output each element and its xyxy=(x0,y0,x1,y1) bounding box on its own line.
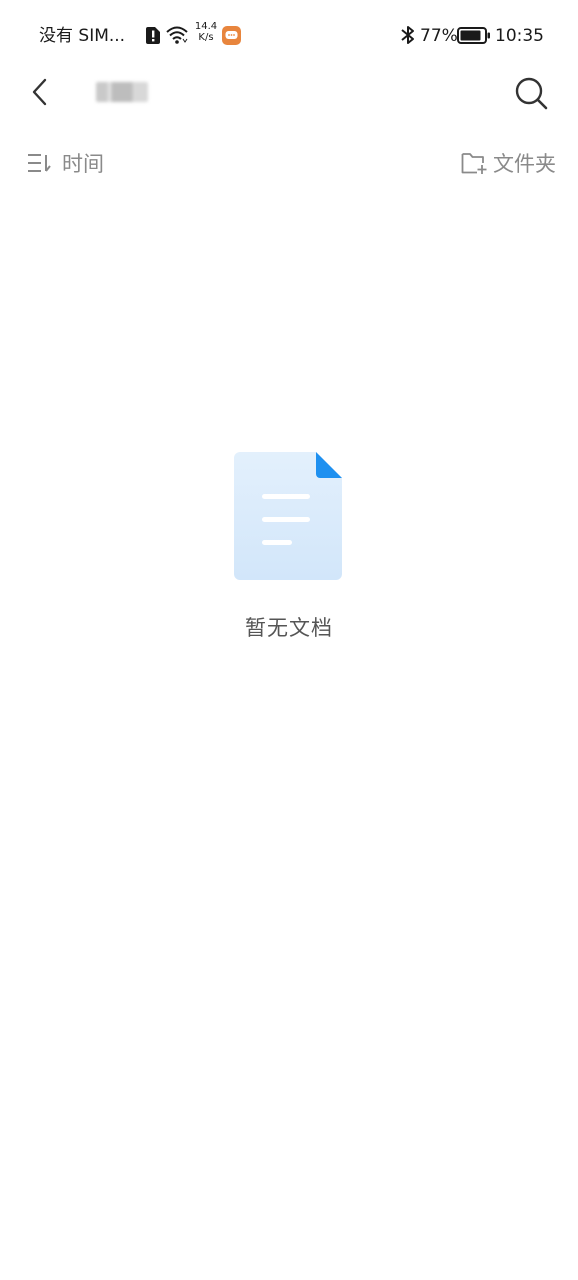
battery-percent: 77% xyxy=(420,26,458,46)
folder-add-icon xyxy=(461,153,487,174)
file-browser-screen: 没有 SIM... 14.4 K/s 77% 10:35 时间 文件夹 暂无文档 xyxy=(0,0,578,1280)
sim-alert-icon xyxy=(146,27,160,44)
folder-title xyxy=(96,82,148,102)
chevron-left-icon xyxy=(32,78,47,106)
new-folder-button[interactable]: 文件夹 xyxy=(461,146,556,180)
empty-message: 暂无文档 xyxy=(245,616,333,640)
carrier-label: 没有 SIM... xyxy=(39,26,126,46)
new-folder-label: 文件夹 xyxy=(493,152,556,176)
search-button[interactable] xyxy=(512,74,550,112)
sort-icon xyxy=(28,154,51,172)
bluetooth-icon xyxy=(401,26,414,44)
network-speed: 14.4 K/s xyxy=(193,21,219,43)
network-speed-unit: K/s xyxy=(198,32,214,43)
clock: 10:35 xyxy=(495,26,544,46)
toolbar: 时间 文件夹 xyxy=(0,140,578,186)
search-icon xyxy=(515,77,548,110)
sort-by-time-button[interactable]: 时间 xyxy=(26,146,104,180)
wifi-icon xyxy=(166,26,188,44)
document-icon xyxy=(234,452,342,580)
battery-icon xyxy=(457,27,490,44)
empty-state: 暂无文档 xyxy=(0,450,578,642)
message-notification-icon xyxy=(222,26,241,45)
network-speed-value: 14.4 xyxy=(194,21,218,32)
header xyxy=(0,62,578,124)
back-button[interactable] xyxy=(24,74,58,110)
sort-label: 时间 xyxy=(62,152,104,176)
status-bar: 没有 SIM... 14.4 K/s 77% 10:35 xyxy=(0,0,578,70)
